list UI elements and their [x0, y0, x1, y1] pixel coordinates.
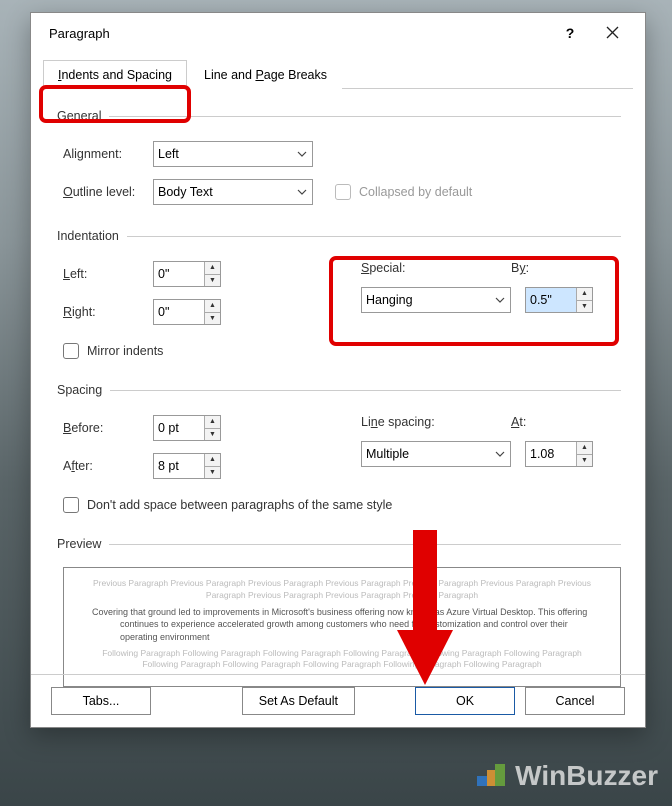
spin-up-icon[interactable]: ▲: [205, 262, 220, 275]
after-input[interactable]: [154, 454, 204, 478]
dont-add-space-label: Don't add space between paragraphs of th…: [87, 498, 392, 512]
line-spacing-combo[interactable]: Multiple: [361, 441, 511, 467]
group-indentation: Indentation Left: ▲▼ Right: ▲: [63, 229, 621, 371]
preview-sample-text: Covering that ground led to improvements…: [92, 606, 592, 644]
set-default-button[interactable]: Set As Default: [242, 687, 355, 715]
outline-level-label: Outline level:: [63, 185, 153, 199]
group-general-legend: General: [57, 109, 109, 123]
watermark-logo-icon: [473, 758, 509, 794]
spin-down-icon[interactable]: ▼: [205, 313, 220, 325]
help-button[interactable]: ?: [549, 19, 591, 47]
watermark-text: WinBuzzer: [515, 760, 658, 792]
before-spinner[interactable]: ▲▼: [153, 415, 221, 441]
at-spinner[interactable]: ▲▼: [525, 441, 593, 467]
group-indentation-legend: Indentation: [57, 229, 127, 243]
before-label: Before:: [63, 421, 153, 435]
spin-up-icon[interactable]: ▲: [205, 416, 220, 429]
indent-right-label: Right:: [63, 305, 153, 319]
indent-right-input[interactable]: [154, 300, 204, 324]
preview-box: Previous Paragraph Previous Paragraph Pr…: [63, 567, 621, 687]
outline-level-combo[interactable]: Body Text: [153, 179, 313, 205]
spin-down-icon[interactable]: ▼: [205, 275, 220, 287]
button-bar: Tabs... Set As Default OK Cancel: [31, 674, 645, 727]
alignment-label: Alignment:: [63, 147, 153, 161]
mirror-indents-checkbox[interactable]: [63, 343, 79, 359]
at-input[interactable]: [526, 442, 576, 466]
spin-down-icon[interactable]: ▼: [205, 467, 220, 479]
tab-indents-spacing[interactable]: Indents and Spacing: [43, 60, 187, 89]
dialog-content: General Alignment: Left Outline level: B…: [31, 89, 645, 699]
close-button[interactable]: [591, 19, 633, 47]
collapsed-checkbox: [335, 184, 351, 200]
indent-left-input[interactable]: [154, 262, 204, 286]
at-label: At:: [511, 415, 571, 429]
before-input[interactable]: [154, 416, 204, 440]
by-label: By:: [511, 261, 571, 275]
indent-right-spinner[interactable]: ▲▼: [153, 299, 221, 325]
ok-button[interactable]: OK: [415, 687, 515, 715]
special-combo[interactable]: Hanging: [361, 287, 511, 313]
spin-up-icon[interactable]: ▲: [577, 288, 592, 301]
tab-line-page-breaks[interactable]: Line and Page Breaks: [189, 60, 342, 89]
by-input[interactable]: [526, 288, 576, 312]
group-spacing: Spacing Before: ▲▼ After: ▲▼: [63, 383, 621, 525]
by-spinner[interactable]: ▲▼: [525, 287, 593, 313]
special-label: Special:: [361, 261, 511, 275]
close-icon: [606, 26, 619, 39]
group-general: General Alignment: Left Outline level: B…: [63, 109, 621, 217]
titlebar: Paragraph ?: [31, 13, 645, 53]
tabs-button[interactable]: Tabs...: [51, 687, 151, 715]
spin-down-icon[interactable]: ▼: [577, 455, 592, 467]
indent-left-label: Left:: [63, 267, 153, 281]
alignment-combo[interactable]: Left: [153, 141, 313, 167]
preview-next-text: Following Paragraph Following Paragraph …: [92, 648, 592, 672]
cancel-button[interactable]: Cancel: [525, 687, 625, 715]
line-spacing-label: Line spacing:: [361, 415, 511, 429]
after-label: After:: [63, 459, 153, 473]
collapsed-label: Collapsed by default: [359, 185, 472, 199]
paragraph-dialog: Paragraph ? Indents and Spacing Line and…: [30, 12, 646, 728]
spin-up-icon[interactable]: ▲: [205, 454, 220, 467]
watermark: WinBuzzer: [473, 758, 658, 794]
dont-add-space-checkbox[interactable]: [63, 497, 79, 513]
spin-down-icon[interactable]: ▼: [577, 301, 592, 313]
spin-down-icon[interactable]: ▼: [205, 429, 220, 441]
preview-prev-text: Previous Paragraph Previous Paragraph Pr…: [92, 578, 592, 602]
spin-up-icon[interactable]: ▲: [577, 442, 592, 455]
dialog-title: Paragraph: [49, 26, 549, 41]
after-spinner[interactable]: ▲▼: [153, 453, 221, 479]
spin-up-icon[interactable]: ▲: [205, 300, 220, 313]
tab-strip: Indents and Spacing Line and Page Breaks: [43, 59, 633, 89]
group-preview-legend: Preview: [57, 537, 109, 551]
mirror-indents-label: Mirror indents: [87, 344, 163, 358]
group-spacing-legend: Spacing: [57, 383, 110, 397]
indent-left-spinner[interactable]: ▲▼: [153, 261, 221, 287]
